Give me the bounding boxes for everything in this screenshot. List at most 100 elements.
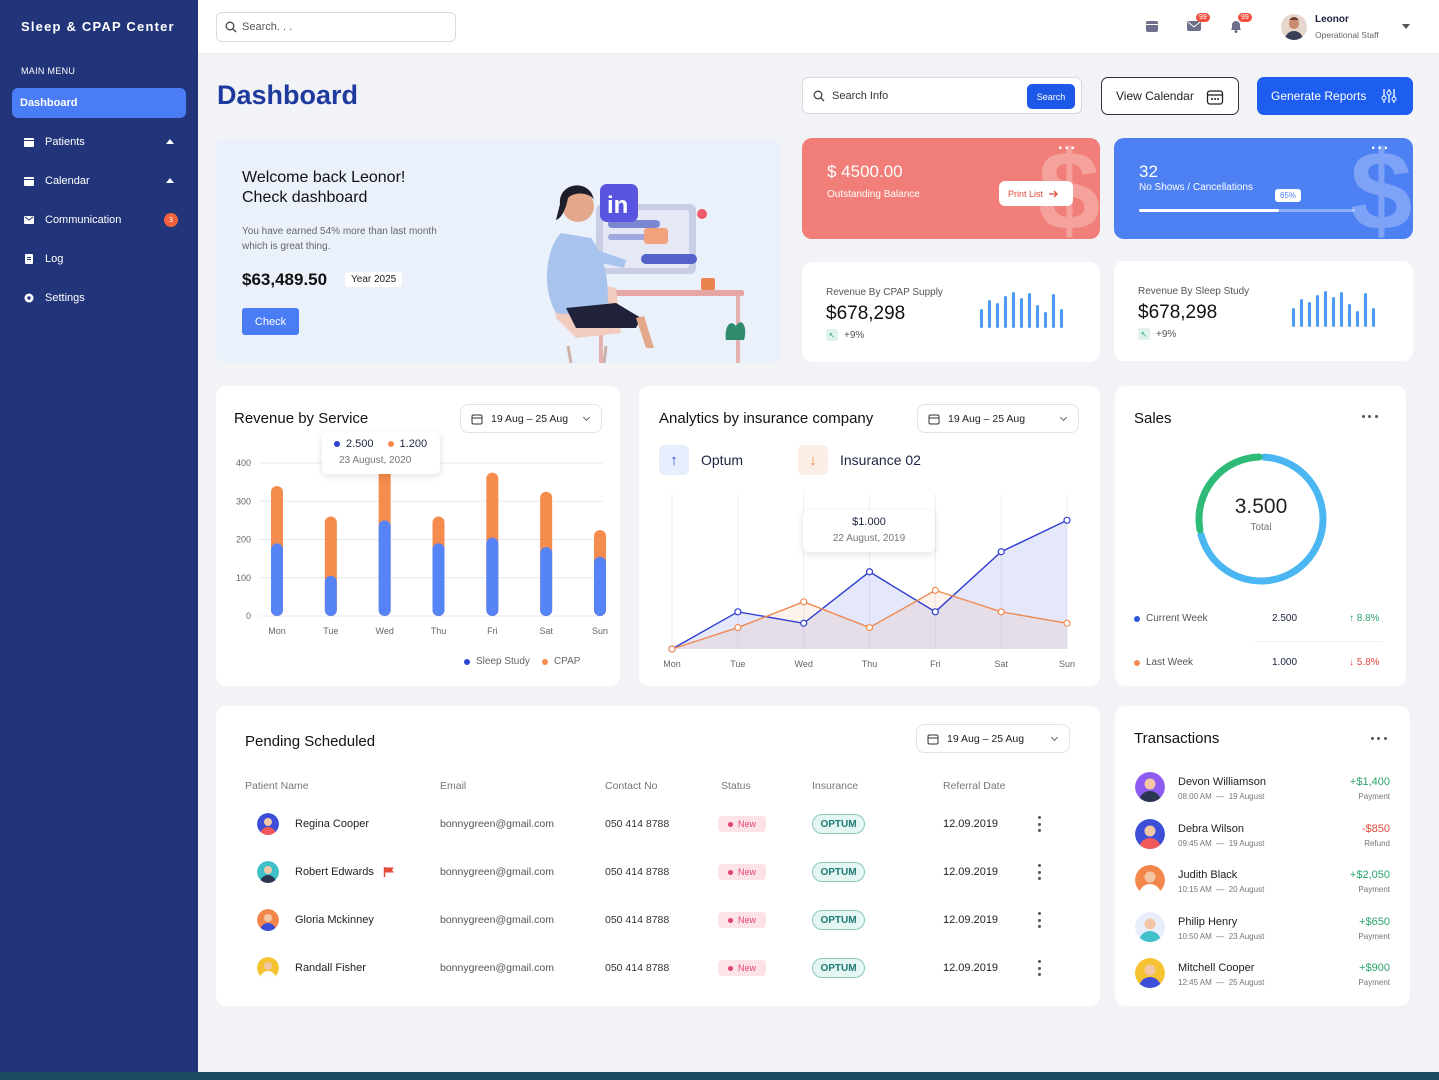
more-options-icon[interactable]: ··· xyxy=(1371,140,1390,158)
user-name: Leonor xyxy=(1315,14,1349,25)
search-button[interactable]: Search xyxy=(1027,84,1075,109)
caret-up-icon xyxy=(166,139,174,144)
patient-email: bonnygreen@gmail.com xyxy=(440,866,554,878)
revenue-cpap-minichart xyxy=(980,292,1068,328)
sidebar-item-dashboard[interactable]: Dashboard xyxy=(12,88,186,118)
more-options-icon[interactable]: ··· xyxy=(1058,140,1077,158)
x-tick-label: Tue xyxy=(730,659,745,669)
calendar-icon xyxy=(22,135,36,149)
x-tick-label: Mon xyxy=(268,626,286,636)
avatar xyxy=(257,957,279,979)
patient-contact: 050 414 8788 xyxy=(605,818,670,830)
analytics-tooltip: $1.000 22 August, 2019 xyxy=(803,510,935,552)
mini-bar xyxy=(1364,293,1367,327)
x-tick-label: Tue xyxy=(323,626,338,636)
row-menu-icon[interactable] xyxy=(1037,960,1041,976)
revenue-sleep-minichart xyxy=(1292,291,1380,327)
x-tick-label: Mon xyxy=(663,659,681,669)
data-point xyxy=(734,623,742,632)
transaction-time-value: 10:50 AM xyxy=(1178,931,1212,941)
print-list-button[interactable]: Print List xyxy=(999,181,1073,206)
insurance-badge: OPTUM xyxy=(812,814,865,834)
outstanding-balance-card: $ ··· $ 4500.00 Outstanding Balance Prin… xyxy=(802,138,1100,239)
cpap-dot xyxy=(387,441,394,447)
row-menu-icon[interactable] xyxy=(1037,816,1041,832)
column-header-patient-name[interactable]: Patient Name xyxy=(245,780,309,792)
transaction-time: 12:45 AM — 25 August xyxy=(1178,978,1265,987)
y-tick-label: 0 xyxy=(246,611,251,621)
data-point xyxy=(668,645,676,653)
sidebar-item-patients[interactable]: Patients xyxy=(12,127,186,157)
x-tick-label: Sun xyxy=(1059,659,1075,669)
revenue-sleep-change: ↖ +9% xyxy=(1138,328,1176,340)
more-options-icon[interactable] xyxy=(1362,414,1378,418)
sleep-study-bar xyxy=(432,543,445,616)
mini-bar xyxy=(1300,299,1303,327)
row-menu-icon[interactable] xyxy=(1037,912,1041,928)
arrow-right-icon xyxy=(1049,190,1058,197)
column-header-status[interactable]: Status xyxy=(721,780,751,792)
sidebar-item-label: Log xyxy=(45,253,64,265)
data-point xyxy=(1063,516,1071,524)
transaction-type: Payment xyxy=(1358,978,1390,987)
current-week-dot xyxy=(1134,615,1140,622)
data-point xyxy=(931,586,939,594)
sidebar-item-communication[interactable]: Communication 3 xyxy=(12,205,186,235)
current-week-change: ↑ 8.8% xyxy=(1349,613,1380,624)
sidebar-item-label: Communication xyxy=(45,214,122,226)
data-point xyxy=(865,568,874,576)
column-header-contact[interactable]: Contact No xyxy=(605,780,658,792)
chevron-down-icon[interactable] xyxy=(1402,24,1410,29)
more-options-icon[interactable] xyxy=(1371,736,1387,740)
mini-bar xyxy=(1020,298,1023,328)
top-search-input[interactable]: Search. . . xyxy=(216,12,456,42)
calendar-icon[interactable] xyxy=(1144,18,1162,36)
welcome-card: Welcome back Leonor! Check dashboard You… xyxy=(216,138,781,363)
transaction-time: 10:15 AM — 20 August xyxy=(1178,885,1265,894)
cpap-legend-dot xyxy=(541,658,548,665)
mini-bar xyxy=(980,308,983,328)
avatar[interactable] xyxy=(1281,14,1307,40)
generate-reports-button[interactable]: Generate Reports xyxy=(1257,77,1413,115)
generate-reports-label: Generate Reports xyxy=(1271,89,1367,103)
info-search-input[interactable]: Search Info Search xyxy=(802,77,1082,114)
top-search-placeholder: Search. . . xyxy=(242,21,293,33)
revenue-sleep-change-value: +9% xyxy=(1156,328,1177,340)
transaction-time-value: 08:00 AM xyxy=(1178,792,1212,801)
sidebar-item-settings[interactable]: Settings xyxy=(12,283,186,313)
bell-icon[interactable]: 99 xyxy=(1228,13,1252,36)
status-badge: New xyxy=(718,960,766,976)
x-tick-label: Thu xyxy=(431,626,447,636)
column-header-email[interactable]: Email xyxy=(440,780,466,792)
sleep-study-bar xyxy=(540,547,553,616)
avatar xyxy=(257,909,279,931)
view-calendar-button[interactable]: View Calendar xyxy=(1101,77,1239,115)
x-tick-label: Sun xyxy=(592,626,608,636)
mail-icon[interactable]: 99 xyxy=(1186,13,1210,36)
referral-date: 12.09.2019 xyxy=(943,962,999,974)
mini-bar xyxy=(1060,308,1063,328)
x-tick-label: Fri xyxy=(487,626,498,636)
search-icon xyxy=(225,21,237,33)
sales-donut-chart xyxy=(1195,453,1327,585)
legend-cpap: CPAP xyxy=(553,656,581,667)
transaction-time-value: 10:15 AM xyxy=(1178,885,1212,894)
mail-badge: 99 xyxy=(1196,13,1210,22)
column-header-referral-date[interactable]: Referral Date xyxy=(943,780,1005,792)
sales-title: Sales xyxy=(1134,410,1172,427)
outstanding-value: $ 4500.00 xyxy=(827,162,903,181)
check-button[interactable]: Check xyxy=(242,308,299,335)
page-title: Dashboard xyxy=(217,80,359,110)
y-tick-label: 300 xyxy=(236,496,251,506)
arrow-up-icon: ↖ xyxy=(826,329,838,341)
transaction-amount: +$900 xyxy=(1359,962,1390,974)
patient-name: Regina Cooper xyxy=(295,818,369,830)
x-tick-label: Fri xyxy=(930,659,941,669)
column-header-insurance[interactable]: Insurance xyxy=(812,780,858,792)
welcome-line2: Check dashboard xyxy=(242,189,368,206)
sidebar-item-log[interactable]: Log xyxy=(12,244,186,274)
pending-date-picker[interactable]: 19 Aug – 25 Aug xyxy=(916,724,1070,753)
sidebar-item-calendar[interactable]: Calendar xyxy=(12,166,186,196)
flag-icon xyxy=(383,867,394,877)
row-menu-icon[interactable] xyxy=(1037,864,1041,880)
